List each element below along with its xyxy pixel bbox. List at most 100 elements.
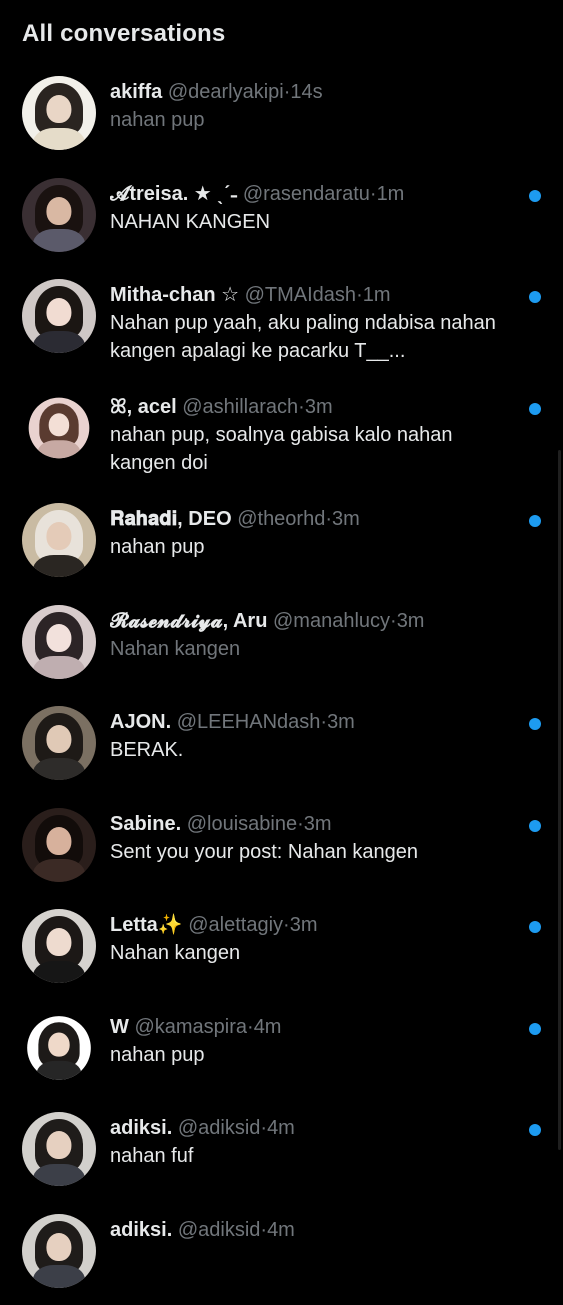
avatar[interactable] — [22, 503, 96, 577]
avatar[interactable] — [27, 1016, 91, 1080]
unread-dot-icon — [529, 1124, 541, 1136]
separator: · — [390, 610, 397, 632]
timestamp: 3m — [290, 914, 318, 936]
conversation-content: 𝐑𝐚𝐡𝐚𝐝𝐢, DEO @theorhd·3m nahan pup — [110, 506, 523, 561]
user-handle: @dearlyakipi — [168, 81, 284, 103]
conversation-row[interactable]: Sabine. @louisabine·3m Sent you your pos… — [0, 798, 563, 900]
unread-dot-icon — [529, 403, 541, 415]
user-handle: @LEEHANdash — [177, 711, 321, 733]
message-preview: nahan pup — [110, 1041, 523, 1069]
user-name: Letta✨ — [110, 914, 183, 936]
user-handle: @theorhd — [237, 508, 325, 530]
avatar[interactable] — [22, 279, 96, 353]
separator: · — [370, 183, 377, 205]
message-preview: nahan fuf — [110, 1142, 523, 1170]
conversation-header: Letta✨ @alettagiy·3m — [110, 912, 523, 938]
message-preview: BERAK. — [110, 736, 523, 764]
separator: · — [247, 1016, 254, 1038]
scrollbar[interactable] — [558, 450, 561, 1150]
message-preview: nahan pup — [110, 533, 523, 561]
avatar[interactable] — [22, 605, 96, 679]
message-preview: Nahan pup yaah, aku paling ndabisa nahan… — [110, 309, 523, 365]
conversation-content: Letta✨ @alettagiy·3m Nahan kangen — [110, 912, 523, 967]
conversation-content: adiksi. @adiksid·4m nahan fuf — [110, 1115, 523, 1170]
conversation-content: W @kamaspira·4m nahan pup — [110, 1014, 523, 1069]
conversation-row[interactable]: Letta✨ @alettagiy·3m Nahan kangen — [0, 899, 563, 1001]
user-handle: @alettagiy — [188, 914, 283, 936]
conversation-content: Mitha-chan ☆ @TMAIdash·1m Nahan pup yaah… — [110, 282, 523, 365]
user-handle: @TMAIdash — [245, 284, 356, 306]
avatar[interactable] — [22, 76, 96, 150]
separator: · — [325, 508, 332, 530]
conversation-row[interactable]: ꕤ, acel @ashillarach·3m nahan pup, soaln… — [0, 381, 563, 493]
conversation-header: 𝓡𝓪𝓼𝓮𝓷𝓭𝓻𝓲𝔂𝓪, Aru @manahlucy·3m — [110, 608, 523, 634]
avatar[interactable] — [22, 808, 96, 882]
user-handle: @louisabine — [187, 813, 297, 835]
user-name: 𝐑𝐚𝐡𝐚𝐝𝐢, DEO — [110, 508, 232, 530]
avatar[interactable] — [22, 178, 96, 252]
page-title: All conversations — [22, 20, 225, 48]
conversation-content: 𝓐treisa. ★ ˎˊ˗ @rasendaratu·1m NAHAN KAN… — [110, 181, 523, 236]
conversation-header: AJON. @LEEHANdash·3m — [110, 709, 523, 735]
conversation-row[interactable]: Mitha-chan ☆ @TMAIdash·1m Nahan pup yaah… — [0, 269, 563, 381]
user-handle: @adiksid — [178, 1117, 261, 1139]
avatar[interactable] — [22, 1112, 96, 1186]
user-name: W — [110, 1016, 129, 1038]
unread-dot-icon — [529, 515, 541, 527]
conversation-row[interactable]: 𝓐treisa. ★ ˎˊ˗ @rasendaratu·1m NAHAN KAN… — [0, 168, 563, 270]
user-name: akiffa — [110, 81, 162, 103]
avatar[interactable] — [22, 909, 96, 983]
unread-dot-icon — [529, 820, 541, 832]
conversation-header: 𝐑𝐚𝐡𝐚𝐝𝐢, DEO @theorhd·3m — [110, 506, 523, 532]
conversation-header: adiksi. @adiksid·4m — [110, 1217, 523, 1243]
conversation-row[interactable]: 𝓡𝓪𝓼𝓮𝓷𝓭𝓻𝓲𝔂𝓪, Aru @manahlucy·3m Nahan kang… — [0, 595, 563, 697]
unread-dot-icon — [529, 921, 541, 933]
timestamp: 4m — [267, 1219, 295, 1241]
user-handle: @adiksid — [178, 1219, 261, 1241]
conversation-row[interactable]: adiksi. @adiksid·4m nahan fuf — [0, 1102, 563, 1204]
unread-dot-icon — [529, 1023, 541, 1035]
conversation-list: akiffa @dearlyakipi·14s nahan pup 𝓐treis… — [0, 66, 563, 1305]
user-name: AJON. — [110, 711, 171, 733]
unread-dot-icon — [529, 718, 541, 730]
conversation-header: akiffa @dearlyakipi·14s — [110, 79, 523, 105]
user-handle: @rasendaratu — [243, 183, 370, 205]
message-preview: nahan pup, soalnya gabisa kalo nahan kan… — [110, 421, 523, 477]
conversation-content: akiffa @dearlyakipi·14s nahan pup — [110, 79, 523, 134]
user-name: ꕤ, acel — [110, 396, 177, 418]
timestamp: 14s — [290, 81, 322, 103]
conversation-content: Sabine. @louisabine·3m Sent you your pos… — [110, 811, 523, 866]
user-handle: @manahlucy — [273, 610, 390, 632]
separator: · — [260, 1219, 267, 1241]
user-name: 𝓡𝓪𝓼𝓮𝓷𝓭𝓻𝓲𝔂𝓪, Aru — [110, 610, 267, 632]
user-handle: @kamaspira — [134, 1016, 247, 1038]
conversation-content: 𝓡𝓪𝓼𝓮𝓷𝓭𝓻𝓲𝔂𝓪, Aru @manahlucy·3m Nahan kang… — [110, 608, 523, 663]
timestamp: 3m — [304, 813, 332, 835]
user-name: Sabine. — [110, 813, 181, 835]
unread-dot-icon — [529, 190, 541, 202]
message-preview: nahan pup — [110, 106, 523, 134]
conversation-row[interactable]: akiffa @dearlyakipi·14s nahan pup — [0, 66, 563, 168]
message-preview: Nahan kangen — [110, 939, 523, 967]
avatar[interactable] — [22, 706, 96, 780]
message-preview: Nahan kangen — [110, 635, 523, 663]
conversation-content: AJON. @LEEHANdash·3m BERAK. — [110, 709, 523, 764]
conversation-header: Sabine. @louisabine·3m — [110, 811, 523, 837]
conversation-header: 𝓐treisa. ★ ˎˊ˗ @rasendaratu·1m — [110, 181, 523, 207]
conversation-header: W @kamaspira·4m — [110, 1014, 523, 1040]
avatar[interactable] — [29, 398, 90, 459]
conversation-row[interactable]: adiksi. @adiksid·4m — [0, 1204, 563, 1305]
avatar[interactable] — [22, 1214, 96, 1288]
message-preview: Sent you your post: Nahan kangen — [110, 838, 523, 866]
separator: · — [298, 396, 305, 418]
conversation-content: ꕤ, acel @ashillarach·3m nahan pup, soaln… — [110, 394, 523, 477]
separator: · — [283, 914, 290, 936]
timestamp: 3m — [327, 711, 355, 733]
conversation-content: adiksi. @adiksid·4m — [110, 1217, 523, 1244]
conversation-row[interactable]: AJON. @LEEHANdash·3m BERAK. — [0, 696, 563, 798]
timestamp: 3m — [332, 508, 360, 530]
conversation-row[interactable]: 𝐑𝐚𝐡𝐚𝐝𝐢, DEO @theorhd·3m nahan pup — [0, 493, 563, 595]
separator: · — [356, 284, 363, 306]
timestamp: 4m — [267, 1117, 295, 1139]
conversation-row[interactable]: W @kamaspira·4m nahan pup — [0, 1001, 563, 1103]
